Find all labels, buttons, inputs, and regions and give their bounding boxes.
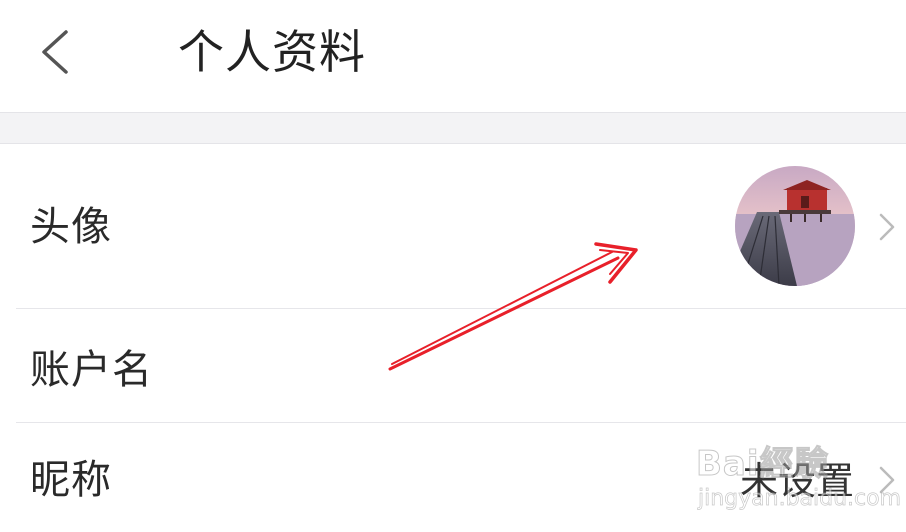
section-separator (0, 112, 906, 144)
avatar-row[interactable]: 头像 (0, 144, 906, 309)
nickname-row[interactable]: 昵称 未设置 (0, 423, 906, 532)
avatar[interactable] (735, 166, 855, 286)
avatar-label: 头像 (30, 204, 112, 250)
back-button[interactable] (30, 20, 80, 84)
account-name-label: 账户名 (30, 347, 153, 393)
account-name-row[interactable]: 账户名 (0, 309, 906, 423)
page-title: 个人资料 (178, 25, 366, 79)
nickname-label: 昵称 (30, 457, 112, 503)
chevron-left-icon (42, 30, 68, 74)
chevron-right-icon (879, 213, 895, 241)
nickname-value: 未设置 (739, 459, 854, 503)
header-bar: 个人资料 (0, 0, 906, 112)
chevron-right-icon (879, 466, 895, 494)
avatar-image (735, 166, 855, 286)
